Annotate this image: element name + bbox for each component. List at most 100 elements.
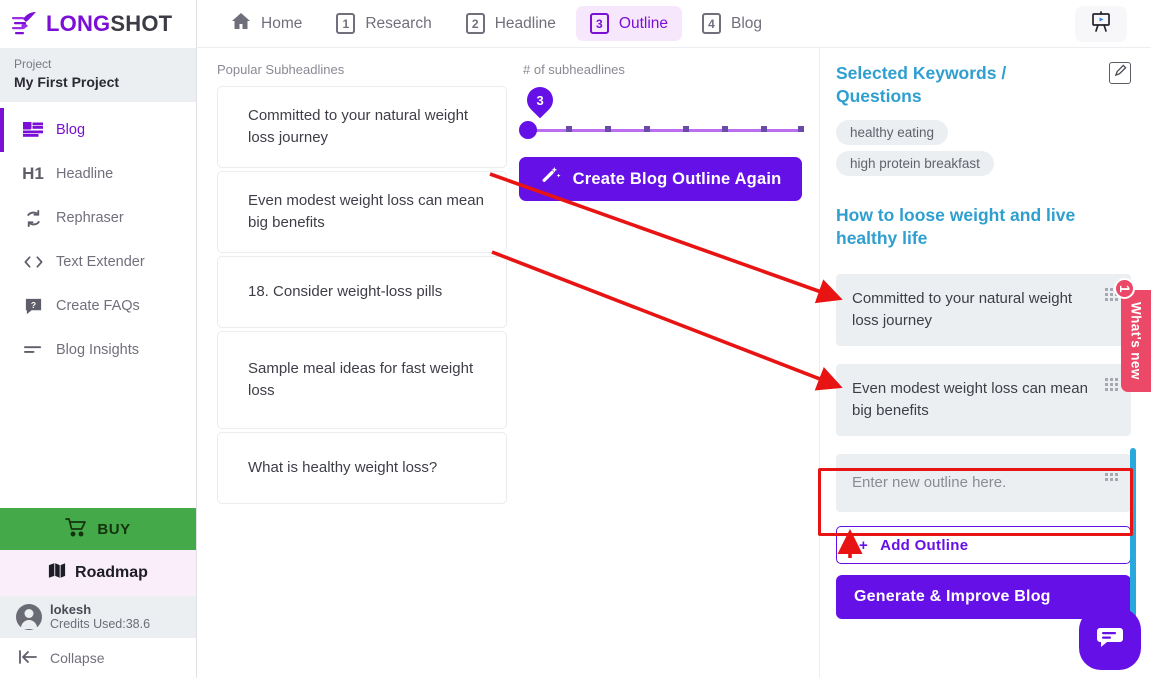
magic-wand-icon xyxy=(540,166,561,192)
code-brackets-icon xyxy=(22,252,44,272)
sidebar-item-headline[interactable]: H1 Headline xyxy=(0,152,196,196)
tab-home[interactable]: Home xyxy=(217,5,316,42)
sidebar: LONGSHOT Project My First Project Blog H… xyxy=(0,0,197,678)
keyword-pill[interactable]: high protein breakfast xyxy=(836,151,994,176)
slider-tick xyxy=(566,126,572,132)
user-name: lokesh xyxy=(50,602,92,617)
logo-long: LONG xyxy=(46,11,111,36)
chat-bubble-icon xyxy=(1097,626,1123,653)
outline-item[interactable]: Even modest weight loss can mean big ben… xyxy=(836,364,1131,436)
tutorial-button[interactable] xyxy=(1075,6,1127,42)
chat-support-button[interactable] xyxy=(1079,608,1141,670)
sidebar-item-label: Blog xyxy=(56,122,86,138)
user-info: lokesh Credits Used:38.6 xyxy=(50,602,150,632)
avatar xyxy=(16,604,42,630)
popular-subheadlines-label: Popular Subheadlines xyxy=(217,62,345,77)
drag-handle-icon[interactable] xyxy=(1105,468,1118,481)
slider-tick xyxy=(798,126,804,132)
slider-value-bubble: 3 xyxy=(521,81,559,119)
tab-headline[interactable]: 2 Headline xyxy=(452,6,570,41)
new-outline-placeholder: Enter new outline here. xyxy=(852,474,1007,491)
presentation-board-icon xyxy=(1089,10,1113,39)
body-row: Popular Subheadlines Committed to your n… xyxy=(197,48,1151,678)
roadmap-label: Roadmap xyxy=(75,564,148,581)
subheadline-card[interactable]: What is healthy weight loss? xyxy=(217,432,507,504)
home-icon xyxy=(231,12,251,35)
project-selector[interactable]: Project My First Project xyxy=(0,48,196,102)
keyword-pill[interactable]: healthy eating xyxy=(836,120,949,145)
subheadline-card[interactable]: 18. Consider weight-loss pills xyxy=(217,256,507,328)
new-outline-input[interactable]: Enter new outline here. xyxy=(836,454,1131,512)
popular-subheadlines-panel: Popular Subheadlines Committed to your n… xyxy=(197,48,507,678)
tab-research[interactable]: 1 Research xyxy=(322,6,445,41)
refresh-icon xyxy=(22,208,44,228)
sidebar-item-label: Headline xyxy=(56,166,114,182)
tab-label: Outline xyxy=(618,14,669,32)
outline-item[interactable]: Committed to your natural weight loss jo… xyxy=(836,274,1131,346)
sidebar-item-blog[interactable]: Blog xyxy=(0,108,196,152)
generate-button-label: Generate & Improve Blog xyxy=(854,588,1051,605)
logo-shot: SHOT xyxy=(110,11,173,36)
subheadline-count-label: # of subheadlines xyxy=(523,62,625,77)
tab-outline[interactable]: 3 Outline xyxy=(575,6,683,41)
rocket-icon xyxy=(10,10,40,38)
collapse-arrow-icon xyxy=(18,649,38,668)
vertical-scrollbar[interactable] xyxy=(1130,448,1136,620)
slider-tick xyxy=(761,126,767,132)
right-panel-header: Selected Keywords / Questions xyxy=(836,62,1131,108)
subheadline-card[interactable]: Sample meal ideas for fast weight loss xyxy=(217,331,507,429)
buy-label: BUY xyxy=(97,520,131,538)
subheadline-card[interactable]: Committed to your natural weight loss jo… xyxy=(217,86,507,168)
tab-blog[interactable]: 4 Blog xyxy=(688,6,776,41)
whats-new-tab[interactable]: What's new 1 xyxy=(1114,278,1151,392)
sidebar-item-rephraser[interactable]: Rephraser xyxy=(0,196,196,240)
whats-new-label: What's new xyxy=(1128,302,1144,380)
sidebar-item-create-faqs[interactable]: ? Create FAQs xyxy=(0,284,196,328)
edit-pencil-icon xyxy=(1114,64,1127,82)
tab-label: Headline xyxy=(494,14,556,32)
app-root: LONGSHOT Project My First Project Blog H… xyxy=(0,0,1151,678)
map-icon xyxy=(48,562,66,584)
sidebar-item-label: Create FAQs xyxy=(56,298,140,314)
slider-thumb[interactable] xyxy=(519,121,537,139)
h1-icon: H1 xyxy=(22,164,44,183)
buy-button[interactable]: BUY xyxy=(0,508,196,550)
edit-keywords-button[interactable] xyxy=(1109,62,1131,84)
sidebar-item-label: Text Extender xyxy=(56,254,145,270)
drag-handle-icon[interactable] xyxy=(1105,378,1118,391)
roadmap-button[interactable]: Roadmap xyxy=(0,550,196,596)
sidebar-nav: Blog H1 Headline Rephraser Text Extender… xyxy=(0,102,196,372)
subheadline-count-slider[interactable]: 3 xyxy=(519,81,804,139)
collapse-button[interactable]: Collapse xyxy=(0,638,196,678)
selected-headline: How to loose weight and live healthy lif… xyxy=(836,205,1076,248)
svg-text:?: ? xyxy=(30,299,35,309)
add-outline-button[interactable]: + Add Outline xyxy=(836,526,1131,564)
app-logo[interactable]: LONGSHOT xyxy=(0,0,196,48)
user-profile[interactable]: lokesh Credits Used:38.6 xyxy=(0,596,196,638)
subheadline-card[interactable]: Even modest weight loss can mean big ben… xyxy=(217,171,507,253)
sidebar-item-text-extender[interactable]: Text Extender xyxy=(0,240,196,284)
cart-icon xyxy=(65,517,87,541)
slider-tick xyxy=(605,126,611,132)
user-credits: Credits Used:38.6 xyxy=(50,617,151,631)
add-outline-label: Add Outline xyxy=(880,536,969,554)
logo-wordmark: LONGSHOT xyxy=(46,11,172,37)
create-blog-outline-again-button[interactable]: Create Blog Outline Again xyxy=(519,157,802,201)
chat-question-icon: ? xyxy=(22,296,44,316)
outline-item-text: Even modest weight loss can mean big ben… xyxy=(852,380,1088,419)
tab-number: 4 xyxy=(702,13,722,34)
slider-tick xyxy=(722,126,728,132)
project-name: My First Project xyxy=(14,74,120,90)
sidebar-item-label: Blog Insights xyxy=(56,342,140,358)
collapse-label: Collapse xyxy=(50,650,105,666)
sidebar-item-blog-insights[interactable]: Blog Insights xyxy=(0,328,196,372)
top-nav: Home 1 Research 2 Headline 3 Outline 4 B… xyxy=(197,0,1151,48)
plus-icon: + xyxy=(859,536,869,554)
tab-label: Research xyxy=(365,14,432,32)
slider-tick xyxy=(683,126,689,132)
create-button-label: Create Blog Outline Again xyxy=(572,169,782,188)
tab-number: 1 xyxy=(336,13,356,34)
page-title: Selected Keywords / Questions xyxy=(836,63,1007,106)
project-label: Project xyxy=(14,57,52,71)
